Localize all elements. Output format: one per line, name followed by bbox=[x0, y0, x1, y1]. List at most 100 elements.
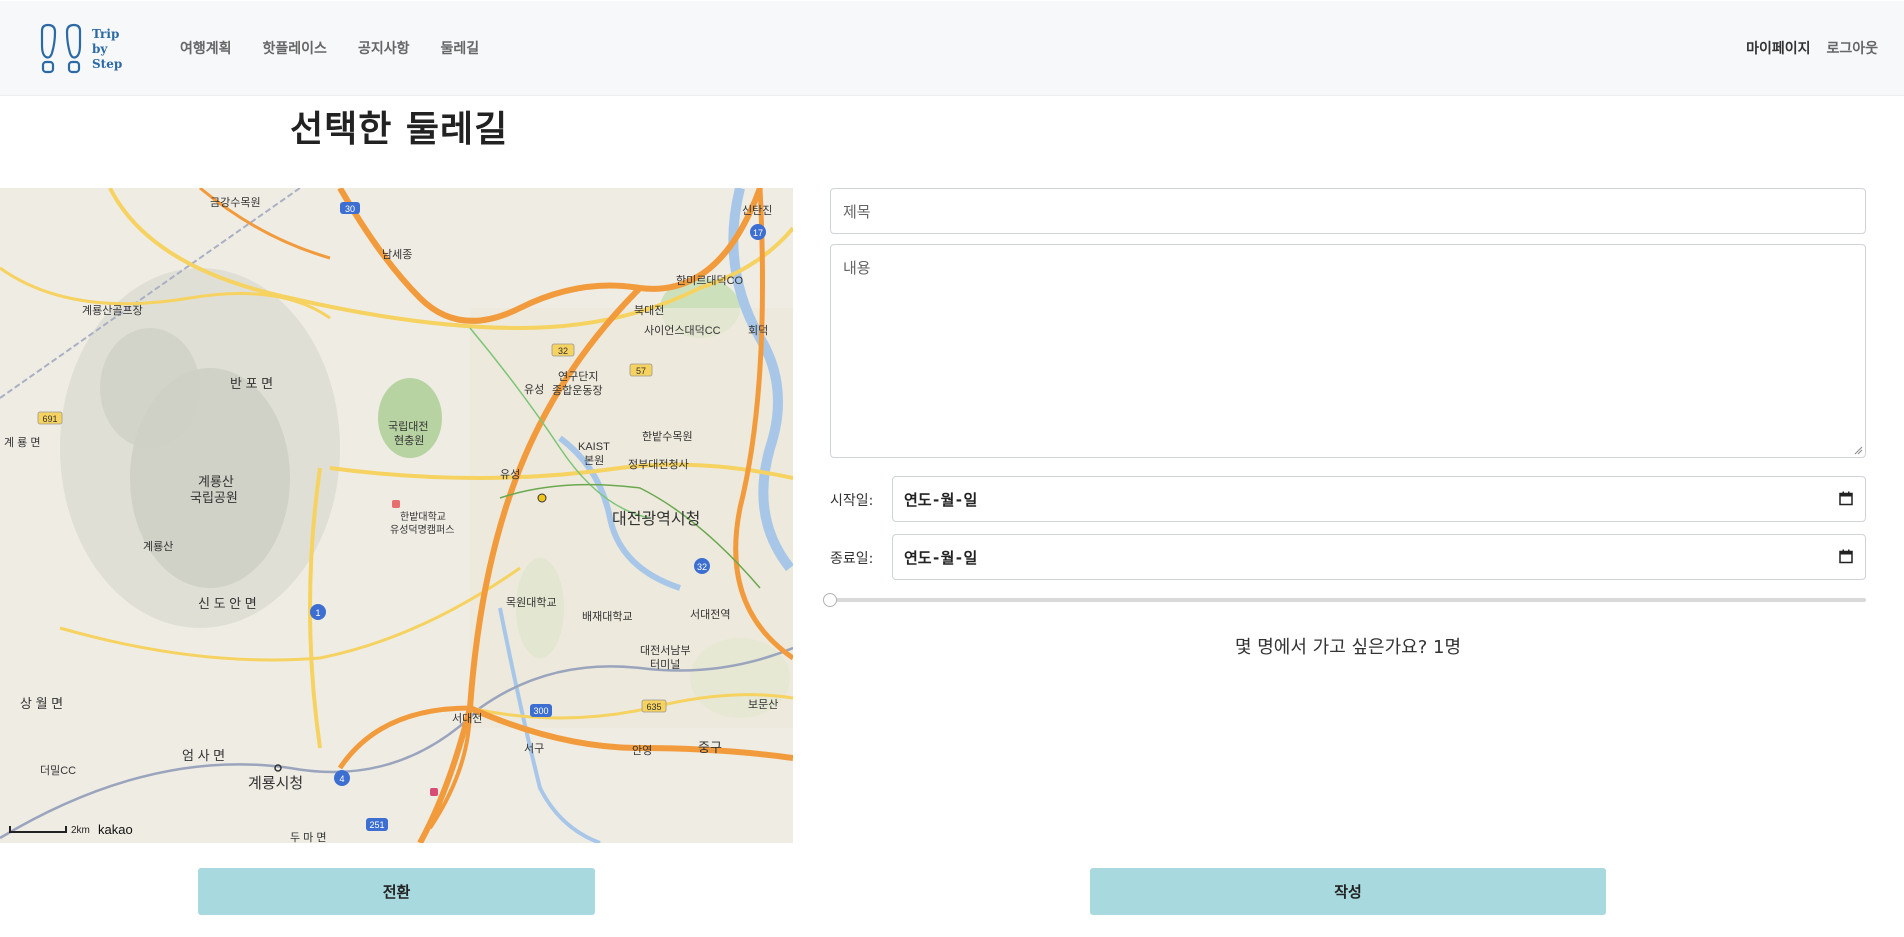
map-place-label: 두 마 면 bbox=[290, 831, 326, 843]
map-place-label: 대전광역시청 bbox=[612, 510, 700, 528]
map-place-label: 계 룡 면 bbox=[4, 436, 40, 449]
svg-text:4: 4 bbox=[339, 774, 344, 784]
write-button[interactable]: 작성 bbox=[1090, 868, 1606, 915]
svg-text:635: 635 bbox=[646, 702, 661, 712]
map-place-label: 한밭수목원 bbox=[642, 430, 693, 443]
page-title: 선택한 둘레길 bbox=[290, 109, 509, 150]
map-place-label: 한밭대학교 bbox=[400, 511, 446, 523]
road-shield-300: 300 bbox=[530, 704, 552, 717]
road-shield-17: 17 bbox=[750, 224, 766, 240]
logo[interactable]: Trip by Step bbox=[38, 23, 122, 75]
logo-line-3: Step bbox=[92, 56, 123, 71]
map-place-label: 보문산 bbox=[748, 698, 778, 711]
road-shield-1: 1 bbox=[310, 604, 326, 620]
map-place-label: 유성 bbox=[524, 383, 544, 396]
map-place-label: 국립대전 bbox=[388, 420, 428, 433]
map-place-label: KAIST bbox=[578, 441, 610, 453]
map-place-label: 반 포 면 bbox=[230, 376, 273, 391]
logo-line-2: by bbox=[92, 41, 108, 56]
svg-text:17: 17 bbox=[753, 228, 763, 238]
map-place-label: 목원대학교 bbox=[506, 596, 557, 609]
map-place-label: 한미르대덕CO bbox=[676, 274, 744, 287]
map-place-label: 신탄진 bbox=[742, 204, 772, 217]
svg-text:1: 1 bbox=[315, 608, 320, 618]
start-date-placeholder: 연도-월-일 bbox=[904, 491, 978, 509]
svg-text:57: 57 bbox=[636, 366, 646, 376]
svg-text:32: 32 bbox=[558, 346, 568, 356]
footprints-icon bbox=[40, 23, 82, 74]
map-place-label: 정부대전청사 bbox=[628, 458, 689, 471]
map-place-label: 서구 bbox=[524, 742, 544, 755]
map-place-label: 남세종 bbox=[382, 248, 412, 261]
map-place-label: 사이언스대덕CC bbox=[644, 324, 721, 337]
svg-text:30: 30 bbox=[345, 204, 355, 214]
nav-item-mypage[interactable]: 마이페이지 bbox=[1746, 38, 1810, 58]
map-place-label: 계룡산 bbox=[198, 474, 234, 489]
map-place-label: 유성덕명캠퍼스 bbox=[390, 524, 454, 536]
road-shield-4: 4 bbox=[334, 770, 350, 786]
map-place-label: 금강수목원 bbox=[210, 196, 261, 209]
road-shield-32b: 32 bbox=[694, 558, 710, 574]
svg-text:251: 251 bbox=[369, 820, 384, 830]
map-view[interactable]: 금강수목원 남세종 계룡산골프장 반 포 면 계 룡 면 국립대전 현충원 계룡… bbox=[0, 188, 793, 843]
switch-button[interactable]: 전환 bbox=[198, 868, 595, 915]
map-scale-label: 2km bbox=[71, 825, 90, 836]
nav-item-trail[interactable]: 둘레길 bbox=[440, 38, 479, 58]
road-shield-251: 251 bbox=[366, 818, 388, 831]
map-place-label: 국립공원 bbox=[190, 490, 238, 505]
nav-item-travel-plan[interactable]: 여행계획 bbox=[180, 38, 232, 58]
logo-text: Trip by Step bbox=[92, 27, 122, 72]
road-shield-635: 635 bbox=[641, 699, 667, 713]
svg-text:691: 691 bbox=[42, 414, 57, 424]
calendar-icon[interactable] bbox=[1839, 549, 1853, 564]
map-place-label: 계룡시청 bbox=[248, 775, 303, 792]
start-date-input[interactable]: 연도-월-일 bbox=[892, 476, 1866, 522]
road-shield-32: 32 bbox=[551, 343, 575, 357]
road-shield-691: 691 bbox=[37, 411, 63, 425]
title-input[interactable]: 제목 bbox=[830, 188, 1866, 234]
end-date-input[interactable]: 연도-월-일 bbox=[892, 534, 1866, 580]
content-textarea[interactable]: 내용 bbox=[830, 244, 1866, 458]
end-date-placeholder: 연도-월-일 bbox=[904, 549, 978, 567]
map-place-label: 유성 bbox=[500, 468, 520, 481]
map-place-label: 대전서남부 bbox=[640, 644, 691, 657]
map-place-label: 신 도 안 면 bbox=[198, 596, 257, 611]
title-placeholder: 제목 bbox=[843, 203, 871, 221]
nav-item-logout[interactable]: 로그아웃 bbox=[1826, 38, 1878, 58]
map-place-label: 상 월 면 bbox=[20, 696, 63, 711]
calendar-icon[interactable] bbox=[1839, 491, 1853, 506]
map-place-label: 엄 사 면 bbox=[182, 748, 225, 763]
people-slider-track[interactable] bbox=[830, 598, 1866, 602]
map-place-label: 배재대학교 bbox=[582, 610, 633, 623]
map-place-label: 서대전역 bbox=[690, 608, 730, 621]
main-nav: 여행계획 핫플레이스 공지사항 둘레길 bbox=[180, 38, 479, 58]
map-place-label: 계룡산골프장 bbox=[82, 304, 143, 317]
nav-item-hotplace[interactable]: 핫플레이스 bbox=[263, 38, 327, 58]
people-slider-thumb[interactable] bbox=[823, 593, 837, 607]
svg-text:32: 32 bbox=[697, 562, 707, 572]
content-placeholder: 내용 bbox=[843, 259, 871, 277]
map-place-label: 계룡산 bbox=[143, 540, 173, 553]
map-place-label: 회덕 bbox=[748, 324, 768, 337]
map-place-label: 안영 bbox=[632, 744, 652, 757]
map-place-label: 연구단지 bbox=[558, 370, 598, 383]
map-place-label: 현충원 bbox=[394, 434, 424, 447]
people-count-text: 몇 명에서 가고 싶은가요? 1명 bbox=[1234, 637, 1462, 658]
svg-text:300: 300 bbox=[533, 706, 548, 716]
map-place-label: 본원 bbox=[584, 454, 604, 467]
road-shield-57: 57 bbox=[629, 363, 653, 377]
user-nav: 마이페이지 로그아웃 bbox=[1746, 38, 1878, 58]
map-place-label: 종합운동장 bbox=[552, 384, 603, 397]
kakao-logo: kakao bbox=[98, 822, 133, 837]
end-date-label: 종료일: bbox=[830, 551, 874, 567]
map-place-label: 터미널 bbox=[650, 658, 680, 671]
start-date-label: 시작일: bbox=[830, 493, 874, 509]
top-navbar: Trip by Step 여행계획 핫플레이스 공지사항 둘레길 마이페이지 로… bbox=[0, 1, 1904, 96]
resize-handle-icon[interactable] bbox=[1854, 446, 1863, 455]
map-place-label: 중구 bbox=[698, 740, 722, 755]
logo-line-1: Trip bbox=[92, 26, 120, 41]
road-shield-30: 30 bbox=[340, 202, 360, 214]
nav-item-notice[interactable]: 공지사항 bbox=[358, 38, 410, 58]
map-place-label: 북대전 bbox=[634, 304, 664, 317]
map-place-label: 서대전 bbox=[452, 712, 482, 725]
